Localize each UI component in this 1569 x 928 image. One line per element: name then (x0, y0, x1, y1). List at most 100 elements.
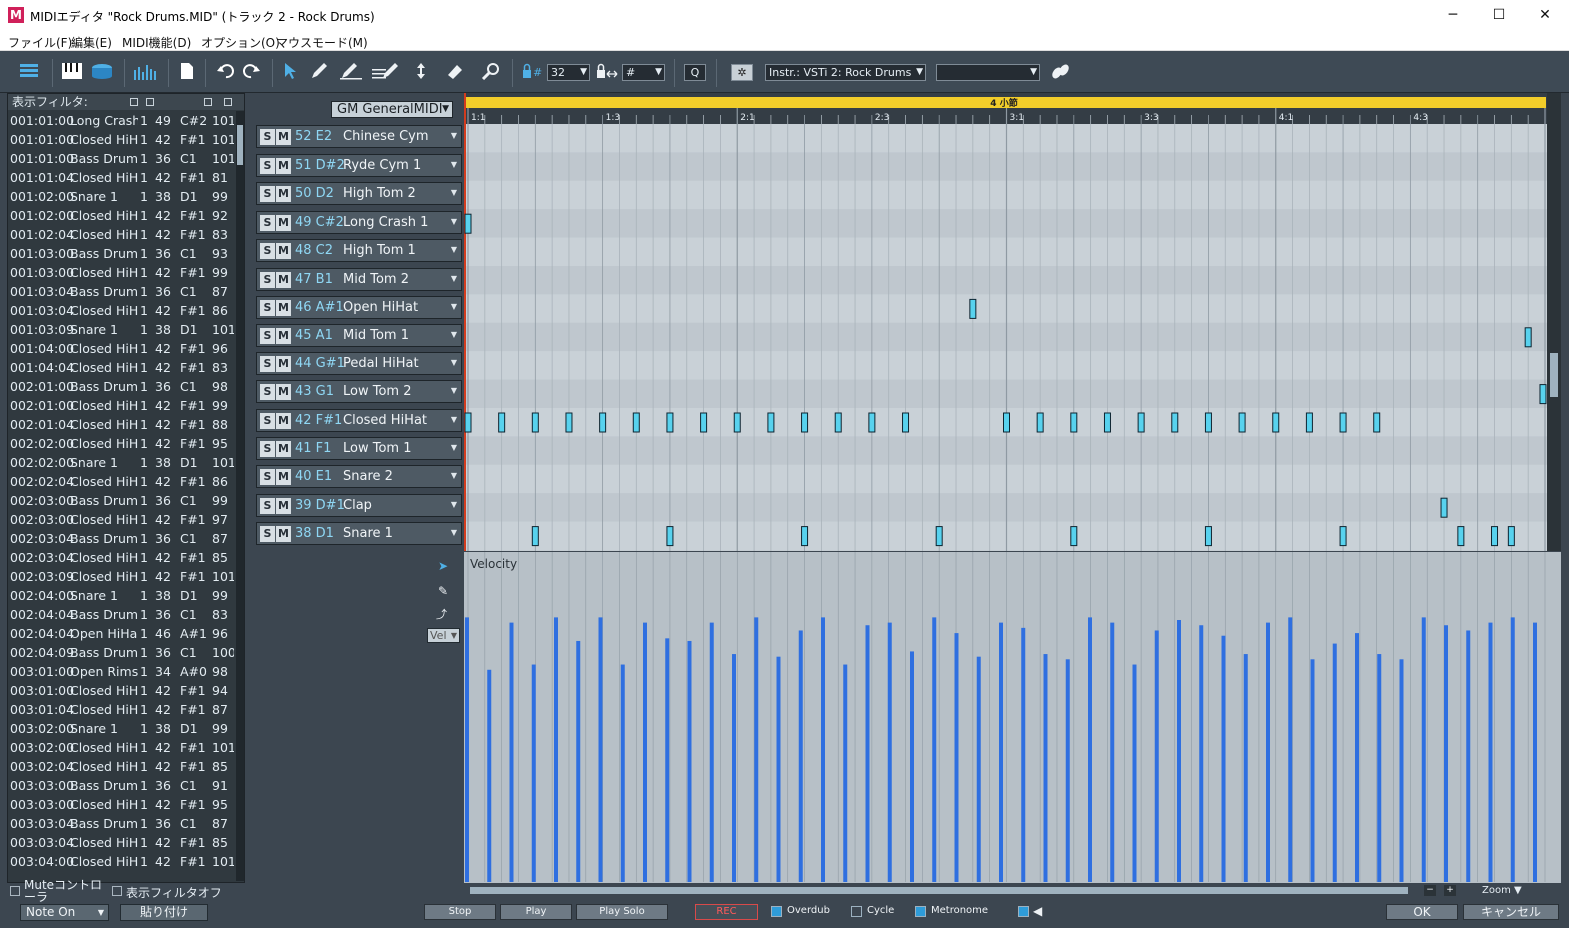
mute-button[interactable]: M (276, 158, 291, 174)
mute-button[interactable]: M (276, 441, 291, 457)
event-row[interactable]: 003:01:04 Closed HiH 1 42 F#1 87 (10, 700, 234, 719)
grid-lock-icon[interactable]: # (520, 62, 544, 84)
drum-track-row[interactable]: S M 43 G1 Low Tom 2 ▼ (256, 380, 462, 403)
menu-file[interactable]: ファイル(F) (8, 34, 72, 51)
event-row[interactable]: 003:03:00 Bass Drum 1 36 C1 91 (10, 776, 234, 795)
chevron-down-icon[interactable]: ▼ (451, 160, 457, 169)
chevron-down-icon[interactable]: ▼ (451, 500, 457, 509)
chevron-down-icon[interactable]: ▼ (451, 217, 457, 226)
mute-button[interactable]: M (276, 186, 291, 202)
event-row[interactable]: 001:02:00 Snare 1 1 38 D1 99 (10, 187, 234, 206)
event-row[interactable]: 001:04:04 Closed HiH 1 42 F#1 83 (10, 358, 234, 377)
velocity-line-icon[interactable]: ⤴ (436, 606, 447, 622)
event-row[interactable]: 001:01:00 Bass Drum 1 36 C1 101 (10, 149, 234, 168)
velocity-pointer-icon[interactable]: ➤ (438, 559, 448, 573)
drum-track-row[interactable]: S M 48 C2 High Tom 1 ▼ (256, 239, 462, 262)
event-row[interactable]: 002:03:09 Closed HiH 1 42 F#1 101 (10, 567, 234, 586)
event-row[interactable]: 001:04:00 Closed HiH 1 42 F#1 96 (10, 339, 234, 358)
scroll-thumb[interactable] (237, 125, 243, 165)
mute-button[interactable]: M (276, 300, 291, 316)
zoom-out-button[interactable]: − (1424, 885, 1436, 896)
event-row[interactable]: 002:02:00 Snare 1 1 38 D1 101 (10, 453, 234, 472)
stop-button[interactable]: Stop (424, 904, 496, 920)
chevron-down-icon[interactable]: ▼ (451, 188, 457, 197)
solo-button[interactable]: S (260, 384, 275, 400)
event-row[interactable]: 002:03:00 Bass Drum 1 36 C1 99 (10, 491, 234, 510)
solo-button[interactable]: S (260, 356, 275, 372)
redo-icon[interactable] (240, 62, 262, 84)
chevron-down-icon[interactable]: ▼ (451, 528, 457, 537)
drum-track-row[interactable]: S M 41 F1 Low Tom 1 ▼ (256, 437, 462, 460)
event-row[interactable]: 003:01:00 Open Rims 1 34 A#0 98 (10, 662, 234, 681)
transpose-tool-icon[interactable] (410, 62, 432, 84)
drum-track-row[interactable]: S M 38 D1 Snare 1 ▼ (256, 522, 462, 545)
minimize-button[interactable]: ─ (1430, 0, 1476, 31)
event-row[interactable]: 002:03:04 Closed HiH 1 42 F#1 85 (10, 548, 234, 567)
mute-button[interactable]: M (276, 328, 291, 344)
event-row[interactable]: 003:02:04 Closed HiH 1 42 F#1 85 (10, 757, 234, 776)
quantize-button[interactable]: Q (684, 64, 706, 81)
instrument-select[interactable]: Instr.: VSTi 2: Rock Drums ▼ (765, 64, 926, 81)
event-row[interactable]: 001:01:04 Closed HiH 1 42 F#1 81 (10, 168, 234, 187)
note-grid-scrollbar[interactable] (1547, 93, 1561, 551)
event-row[interactable]: 002:01:04 Closed HiH 1 42 F#1 88 (10, 415, 234, 434)
mute-controller-checkbox[interactable] (10, 886, 20, 896)
line-tool-icon[interactable] (338, 62, 364, 84)
drum-editor-icon[interactable] (89, 62, 115, 84)
drum-track-row[interactable]: S M 46 A#1 Open HiHat ▼ (256, 296, 462, 319)
piano-roll-icon[interactable] (60, 62, 84, 84)
settings-icon[interactable]: ✲ (731, 64, 753, 81)
eraser-tool-icon[interactable] (444, 62, 466, 84)
draw-line-tool-icon[interactable] (370, 62, 402, 84)
chevron-down-icon[interactable]: ▼ (451, 302, 457, 311)
chevron-down-icon[interactable]: ▼ (451, 443, 457, 452)
extra-select[interactable]: ▼ (936, 64, 1040, 81)
document-icon[interactable] (178, 62, 196, 84)
note-grid-canvas[interactable]: 4 小節 1:1 1:3 2:1 2:3 3:1 3:3 4:1 4:3 (464, 93, 1561, 551)
filter-checkbox-4[interactable] (224, 98, 232, 106)
drum-track-row[interactable]: S M 51 D#2 Ryde Cym 1 ▼ (256, 154, 462, 177)
drum-track-row[interactable]: S M 44 G#1 Pedal HiHat ▼ (256, 352, 462, 375)
solo-button[interactable]: S (260, 526, 275, 542)
chevron-down-icon[interactable]: ▼ (451, 274, 457, 283)
ok-button[interactable]: OK (1386, 904, 1458, 920)
event-row[interactable]: 003:03:04 Bass Drum 1 36 C1 87 (10, 814, 234, 833)
chevron-down-icon[interactable]: ▼ (451, 471, 457, 480)
note-grid[interactable]: 4 小節 1:1 1:3 2:1 2:3 3:1 3:3 4:1 4:3 (464, 93, 1561, 551)
event-row[interactable]: 002:04:00 Snare 1 1 38 D1 99 (10, 586, 234, 605)
menu-edit[interactable]: 編集(E) (71, 34, 112, 51)
solo-button[interactable]: S (260, 215, 275, 231)
drum-track-row[interactable]: S M 45 A1 Mid Tom 1 ▼ (256, 324, 462, 347)
solo-button[interactable]: S (260, 469, 275, 485)
length-lock-icon[interactable] (594, 62, 620, 84)
drum-track-row[interactable]: S M 42 F#1 Closed HiHat ▼ (256, 409, 462, 432)
drum-track-row[interactable]: S M 47 B1 Mid Tom 2 ▼ (256, 268, 462, 291)
magnify-tool-icon[interactable] (480, 62, 502, 84)
event-row[interactable]: 002:03:04 Bass Drum 1 36 C1 87 (10, 529, 234, 548)
event-row[interactable]: 001:03:04 Bass Drum 1 36 C1 87 (10, 282, 234, 301)
horizontal-scrollbar[interactable] (470, 887, 1408, 894)
chevron-down-icon[interactable]: ▼ (451, 131, 457, 140)
velocity-canvas[interactable]: Velocity (464, 552, 1561, 888)
solo-button[interactable]: S (260, 186, 275, 202)
cycle-checkbox[interactable] (851, 906, 862, 917)
event-row[interactable]: 003:03:04 Closed HiH 1 42 F#1 85 (10, 833, 234, 852)
chevron-down-icon[interactable]: ▼ (451, 358, 457, 367)
undo-icon[interactable] (215, 62, 237, 84)
mute-button[interactable]: M (276, 356, 291, 372)
velocity-bars-icon[interactable] (132, 62, 160, 84)
drum-track-row[interactable]: S M 52 E2 Chinese Cym ▼ (256, 125, 462, 148)
chevron-down-icon[interactable]: ▼ (451, 386, 457, 395)
event-row[interactable]: 002:01:00 Bass Drum 1 36 C1 98 (10, 377, 234, 396)
menu-mouse-mode[interactable]: マウスモード(M) (276, 34, 368, 51)
event-row[interactable]: 002:03:00 Closed HiH 1 42 F#1 97 (10, 510, 234, 529)
play-button[interactable]: Play (500, 904, 572, 920)
filter-off-checkbox[interactable] (112, 886, 122, 896)
solo-button[interactable]: S (260, 300, 275, 316)
play-solo-button[interactable]: Play Solo (576, 904, 668, 920)
mute-button[interactable]: M (276, 469, 291, 485)
event-row[interactable]: 002:02:00 Closed HiH 1 42 F#1 95 (10, 434, 234, 453)
event-row[interactable]: 002:02:04 Closed HiH 1 42 F#1 86 (10, 472, 234, 491)
velocity-pencil-icon[interactable]: ✎ (438, 584, 448, 598)
pointer-tool-icon[interactable] (280, 62, 300, 84)
